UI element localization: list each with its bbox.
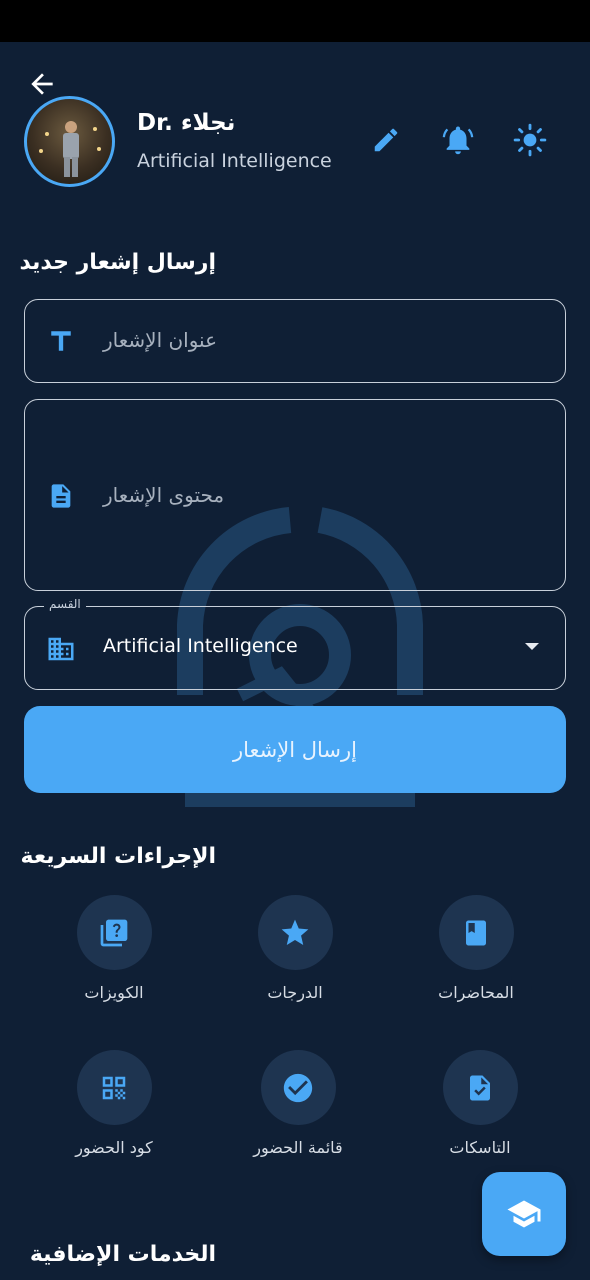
edit-profile-button[interactable] [366, 120, 406, 160]
dropdown-arrow-icon [525, 643, 539, 650]
department-value: Artificial Intelligence [103, 635, 298, 657]
additional-services-title: الخدمات الإضافية [29, 1242, 216, 1267]
notification-title-placeholder: عنوان الإشعار [103, 328, 218, 352]
action-lectures[interactable]: المحاضرات [396, 895, 556, 1002]
back-button[interactable] [26, 68, 58, 100]
quick-actions-title: الإجراءات السريعة [20, 844, 216, 869]
action-grades-label: الدرجات [267, 983, 323, 1002]
qr-code-icon [102, 1076, 126, 1099]
status-bar [0, 0, 590, 42]
theme-sun-icon [513, 123, 547, 157]
action-attendance-code[interactable]: كود الحضور [34, 1050, 194, 1157]
avatar[interactable] [24, 96, 115, 187]
notifications-button[interactable] [438, 120, 478, 160]
send-notification-button[interactable]: إرسال الإشعار [24, 706, 566, 793]
action-attendance-code-label: كود الحضور [75, 1138, 153, 1157]
profile-department: Artificial Intelligence [137, 150, 332, 172]
profile-photo [39, 121, 101, 177]
arrow-left-icon [31, 73, 53, 95]
task-file-icon [470, 1075, 490, 1100]
new-notification-title: إرسال إشعار جديد [19, 250, 216, 275]
action-grades[interactable]: الدرجات [215, 895, 375, 1002]
notification-content-placeholder: محتوى الإشعار [103, 483, 225, 507]
action-attendance-list-label: قائمة الحضور [253, 1138, 343, 1157]
theme-toggle-button[interactable] [510, 120, 550, 160]
action-quizzes[interactable]: الكويزات [34, 895, 194, 1002]
building-icon [45, 633, 77, 665]
notification-bell-icon [442, 126, 474, 155]
profile-name: Dr. نجلاء [137, 110, 236, 136]
quiz-icon [100, 919, 128, 946]
book-icon [466, 920, 486, 945]
check-circle-icon [283, 1073, 313, 1102]
action-tasks-label: التاسكات [449, 1138, 511, 1157]
notification-title-field[interactable]: عنوان الإشعار [24, 299, 566, 383]
document-icon [45, 480, 77, 512]
action-lectures-label: المحاضرات [438, 983, 514, 1002]
edit-icon [374, 128, 398, 152]
graduation-cap-icon [507, 1200, 541, 1228]
action-quizzes-label: الكويزات [84, 983, 144, 1002]
text-title-icon [45, 325, 77, 357]
graduation-fab-button[interactable] [482, 1172, 566, 1256]
department-legend: القسم [44, 597, 86, 611]
action-tasks[interactable]: التاسكات [400, 1050, 560, 1157]
action-attendance-list[interactable]: قائمة الحضور [218, 1050, 378, 1157]
notification-content-field[interactable]: محتوى الإشعار [24, 399, 566, 591]
department-select[interactable]: Artificial Intelligence [24, 606, 566, 690]
star-icon [281, 919, 309, 945]
